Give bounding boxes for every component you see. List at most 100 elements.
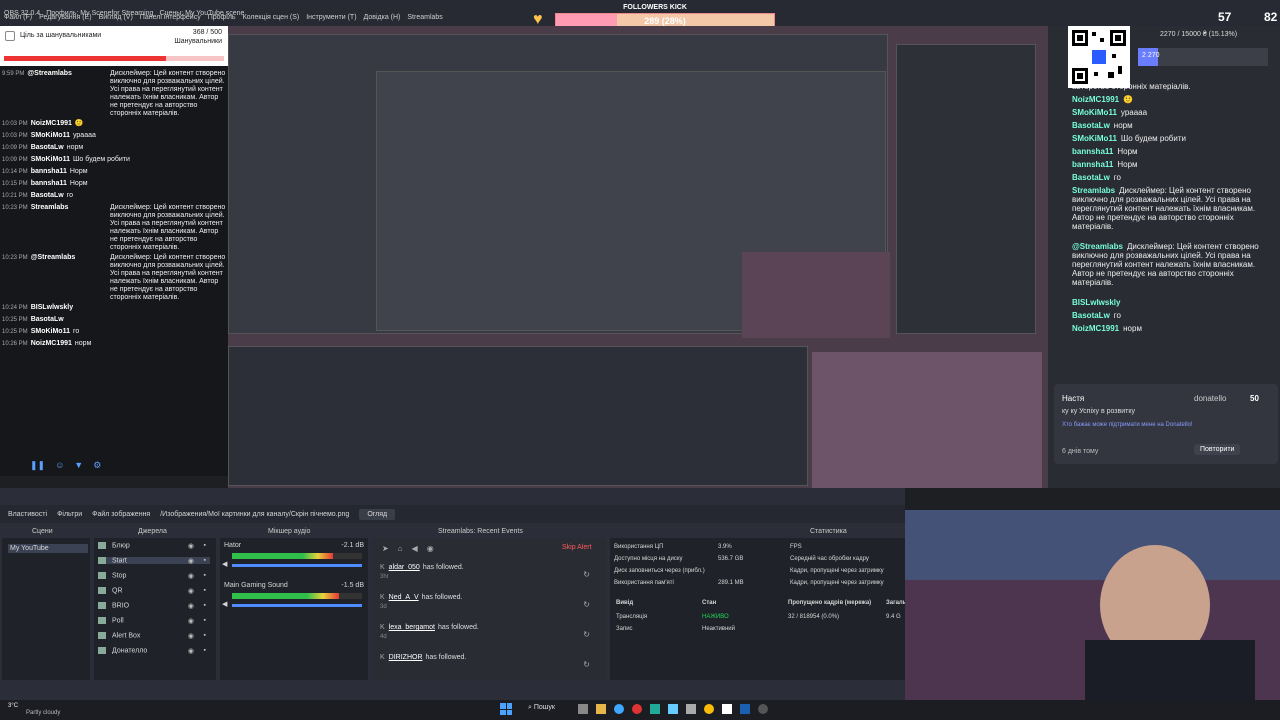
speaker-icon[interactable]: ◀ [222,560,227,568]
source-type-icon [98,602,106,609]
tab-filters[interactable]: Фільтри [57,511,82,518]
gamepad-icon[interactable]: ◉ [427,544,434,553]
source-item[interactable]: BRIO ◉ ▪ [98,602,210,610]
goal-widget: Ціль за шанувальниками 368 / 500 Шанувал… [0,26,228,66]
replay-icon[interactable]: ↻ [583,570,590,579]
replay-icon[interactable]: ↻ [583,600,590,609]
menu-streamlabs[interactable]: Streamlabs [407,14,442,21]
skip-alert-button[interactable]: Skip Alert [562,544,592,551]
lock-icon[interactable]: ▪ [204,557,206,564]
event-user[interactable]: lexa_bergamot [389,624,435,631]
kick-icon: K [380,564,385,571]
event-age: 3hr [380,574,389,580]
chat-message: 10:21 PM BasotaLw го [2,192,226,200]
chrome-icon[interactable] [704,704,714,714]
chat-username: NoizMC1991 [30,120,72,127]
menu-docks[interactable]: Панелі інтерфейсу [140,14,201,21]
chat-username: SMoKiMo11 [30,132,70,139]
menu-edit[interactable]: Редагування (E) [39,14,91,21]
source-item[interactable]: Блюр ◉ ▪ [98,542,210,550]
settings-icon[interactable]: ⚙ [93,460,101,471]
obs-icon[interactable] [758,704,768,714]
eye-icon[interactable]: ◉ [188,557,194,565]
lock-icon[interactable]: ▪ [204,617,206,624]
source-item[interactable]: Poll ◉ ▪ [98,617,210,625]
event-user[interactable]: aldar_050 [389,564,420,571]
menu-scene-collection[interactable]: Колекція сцен (S) [243,14,300,21]
browse-button[interactable]: Огляд [359,508,396,520]
lock-icon[interactable]: ▪ [204,542,206,549]
volume-icon[interactable]: ◀ [412,544,418,553]
send-icon[interactable]: ➤ [382,544,389,553]
replay-icon[interactable]: ↻ [583,630,590,639]
source-item[interactable]: Alert Box ◉ ▪ [98,632,210,640]
scenes-panel: My YouTube [2,538,90,680]
lock-icon[interactable]: ▪ [204,632,206,639]
event-user[interactable]: DIRIZHOR [389,654,423,661]
scene-item-my-youtube[interactable]: My YouTube [8,544,88,553]
source-item[interactable]: QR ◉ ▪ [98,587,210,595]
event-text: has followed. [422,564,464,571]
file-explorer-icon[interactable] [596,704,606,714]
event-user[interactable]: Ned_A_V [389,594,419,601]
eye-icon[interactable]: ◉ [188,572,194,580]
app-icon-3[interactable] [722,704,732,714]
tab-properties[interactable]: Властивості [8,511,47,518]
source-item[interactable]: Start ◉ ▪ [98,557,210,565]
mixer-slider[interactable] [232,604,362,607]
opera-icon[interactable] [632,704,642,714]
menu-help[interactable]: Довідка (H) [364,14,401,21]
chat-text-block: Дисклеймер: Цей контент створено виключн… [110,204,226,252]
menu-items: Файл (F) Редагування (E) Вигляд (V) Пане… [4,14,443,21]
source-item[interactable]: Stop ◉ ▪ [98,572,210,580]
chat-username: bannsha11 [1072,147,1114,156]
chat-text: 🙂 [74,120,84,127]
steam-icon[interactable] [740,704,750,714]
lock-icon[interactable]: ▪ [204,647,206,654]
menu-view[interactable]: Вигляд (V) [99,14,133,21]
app-icon[interactable] [650,704,660,714]
kick-icon: K [380,594,385,601]
filter-icon[interactable]: ▼ [74,460,83,471]
menu-profile-item[interactable]: Профіль [208,14,236,21]
menu-file[interactable]: Файл (F) [4,14,32,21]
nested-webcam [742,252,890,338]
source-label: BRIO [112,602,130,610]
chat-message: 9:59 PM @Streamlabs Дисклеймер: Цей контен… [2,70,226,118]
retry-button[interactable]: Повторити [1194,444,1241,455]
task-view-icon[interactable] [578,704,588,714]
lock-icon[interactable]: ▪ [204,572,206,579]
eye-icon[interactable]: ◉ [188,617,194,625]
stat-label: Доступно місця на диску [614,556,683,562]
edge-icon[interactable] [614,704,624,714]
replay-icon[interactable]: ↻ [583,660,590,669]
telegram-icon[interactable] [668,704,678,714]
eye-icon[interactable]: ◉ [188,632,194,640]
kick-icon: K [380,654,385,661]
stats-table-header: Пропущено кадрів (мережа) [788,600,872,606]
stats-table-cell: Трансляція [616,614,648,620]
source-label: Блюр [112,542,130,550]
lock-icon[interactable]: ▪ [204,587,206,594]
source-item[interactable]: Донателло ◉ ▪ [98,647,210,655]
emoji-icon[interactable]: ☺ [55,460,64,471]
chat-text: норм [1123,324,1142,333]
app-icon-2[interactable] [686,704,696,714]
chat-text: ураааа [1120,108,1148,117]
home-icon[interactable]: ⌂ [398,544,403,553]
mixer-slider[interactable] [232,564,362,567]
recent-events-panel: Skip Alert ➤ ⌂ ◀ ◉ Kaldar_050 has followe… [372,538,606,680]
search-box[interactable]: ⌕ Пошук [528,704,555,712]
eye-icon[interactable]: ◉ [188,647,194,655]
eye-icon[interactable]: ◉ [188,542,194,550]
pause-icon[interactable]: ❚❚ [30,460,45,471]
source-type-icon [98,572,106,579]
eye-icon[interactable]: ◉ [188,602,194,610]
source-label: Донателло [112,647,148,655]
chat-username: SMoKiMo11 [1072,108,1117,117]
speaker-icon[interactable]: ◀ [222,600,227,608]
menu-tools[interactable]: Інструменти (T) [306,14,356,21]
windows-start-icon[interactable] [500,703,512,715]
lock-icon[interactable]: ▪ [204,602,206,609]
eye-icon[interactable]: ◉ [188,587,194,595]
